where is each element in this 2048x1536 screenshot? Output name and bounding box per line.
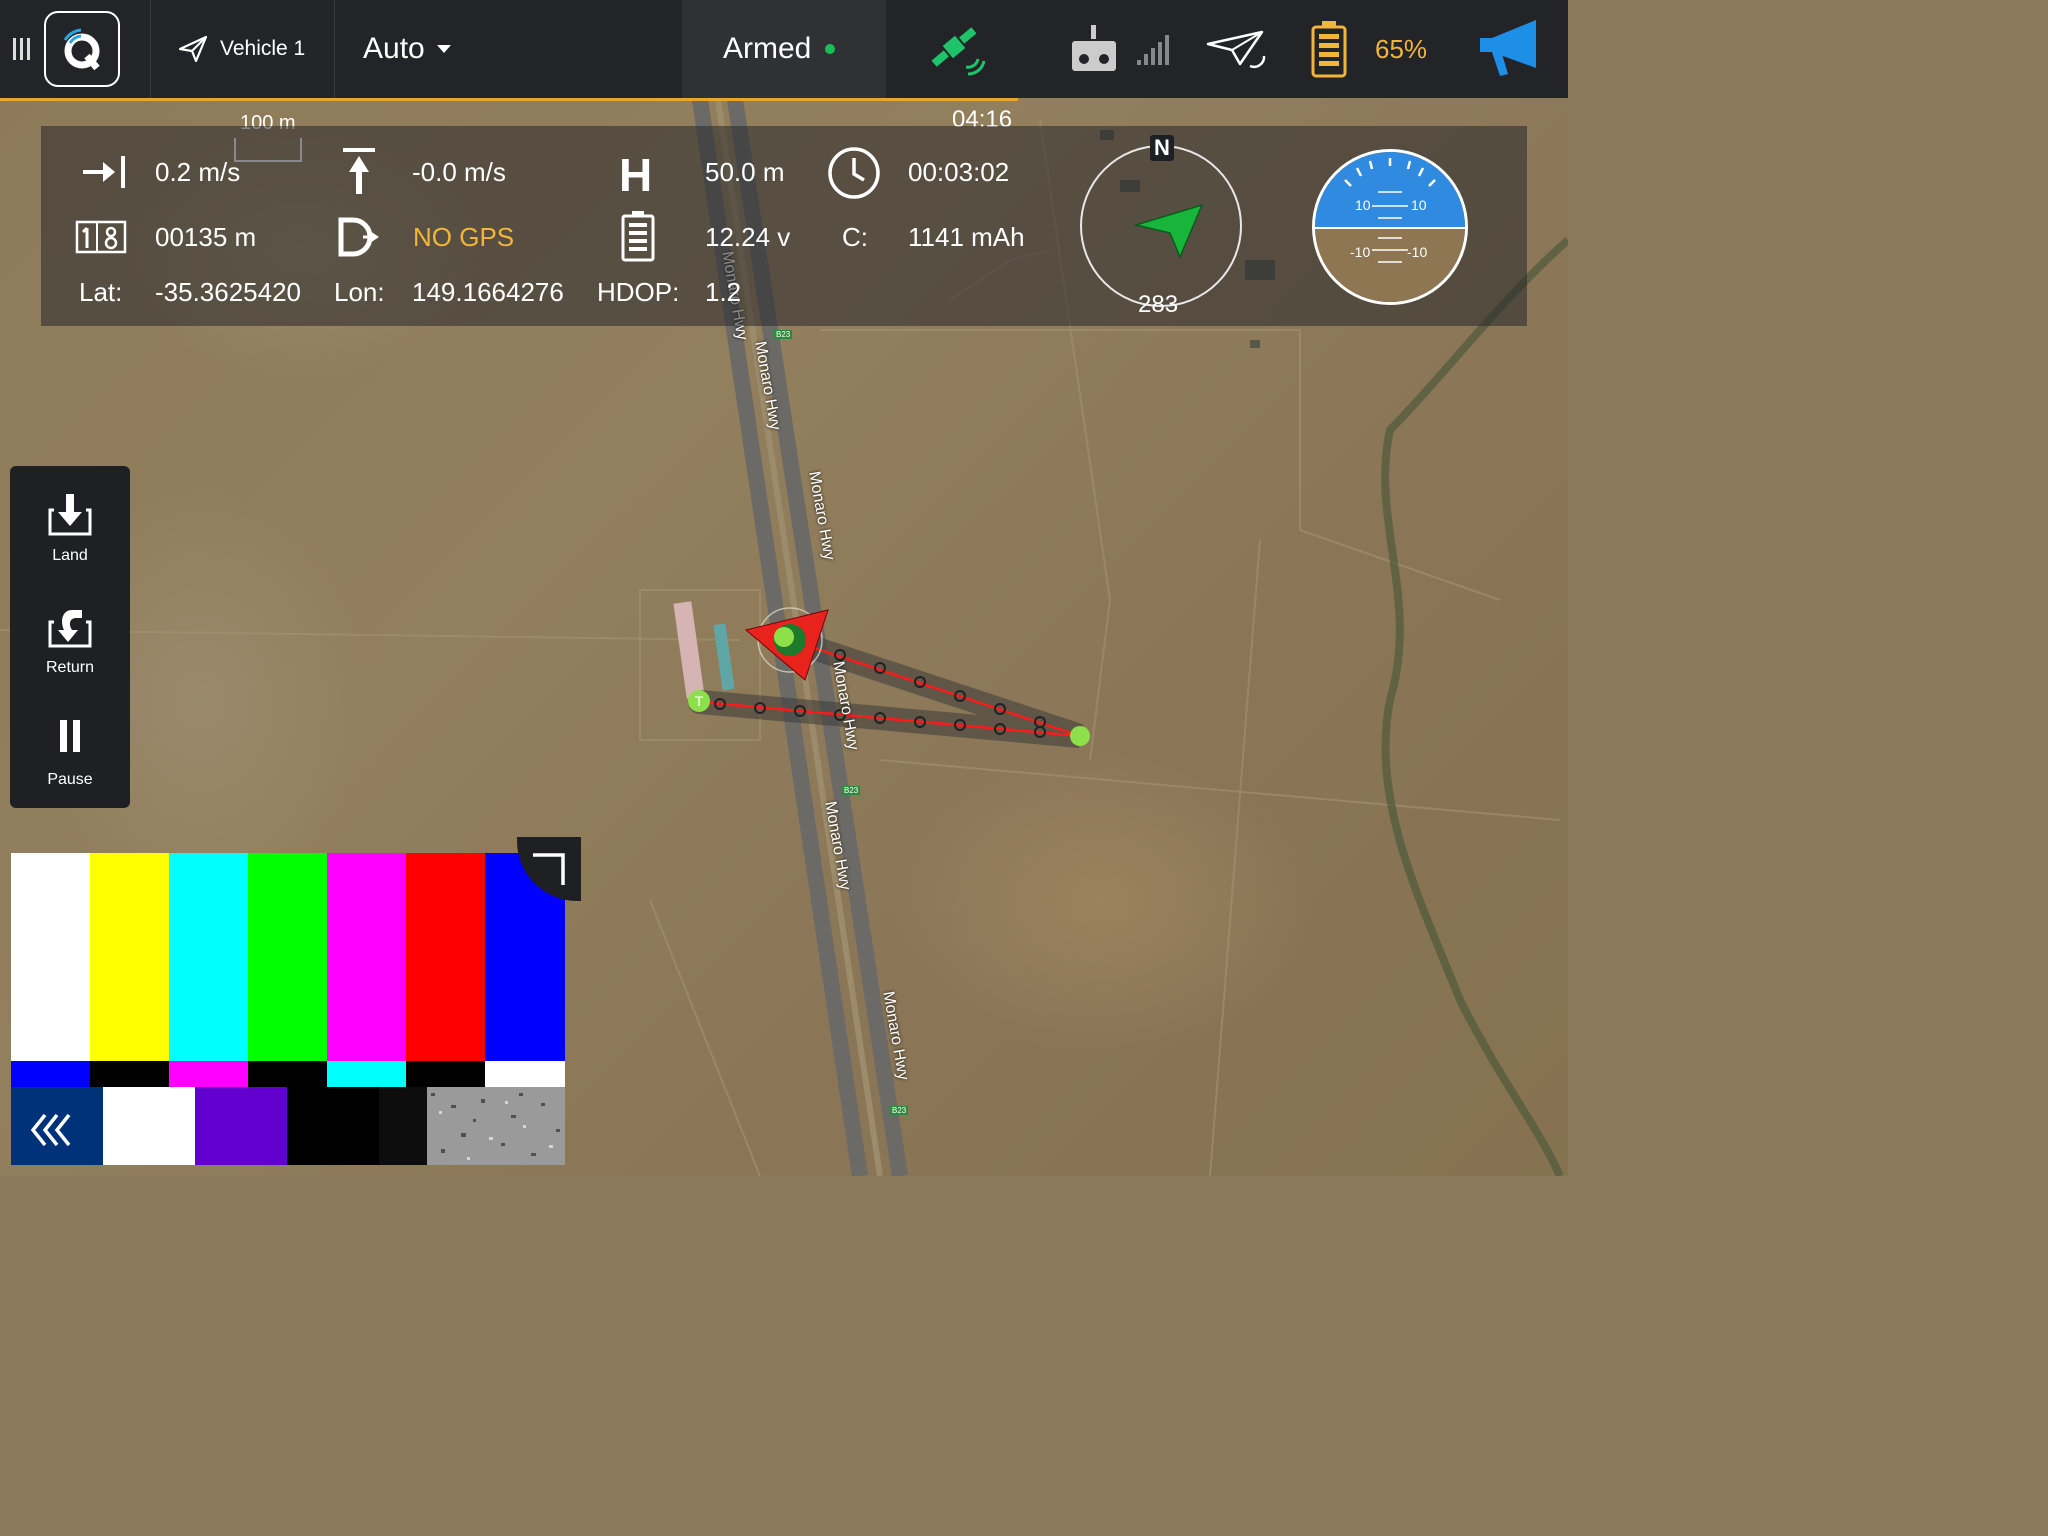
fullscreen-corner-icon bbox=[533, 853, 565, 885]
takeoff-marker[interactable]: T bbox=[688, 690, 710, 712]
lat-label: Lat: bbox=[79, 277, 123, 307]
return-icon bbox=[48, 610, 92, 648]
menu-icon[interactable] bbox=[12, 0, 32, 98]
voltage-value: 12.24 v bbox=[705, 222, 791, 252]
pause-label: Pause bbox=[47, 771, 93, 788]
clock-icon bbox=[828, 147, 880, 199]
land-icon bbox=[48, 494, 92, 536]
video-feed[interactable] bbox=[11, 837, 581, 1165]
action-panel: Land Return Pause bbox=[10, 466, 130, 808]
climb-rate-value: -0.0 m/s bbox=[412, 157, 506, 187]
lon-value: 149.1664276 bbox=[412, 277, 564, 307]
compass-north-label: N bbox=[1150, 135, 1174, 161]
pause-icon bbox=[60, 720, 80, 752]
pitch-label: 10 bbox=[1411, 197, 1427, 213]
pitch-label: -10 bbox=[1407, 244, 1428, 260]
battery-percent: 65% bbox=[1375, 33, 1428, 64]
odometer-value: 00135 m bbox=[155, 222, 257, 252]
route-shield: B23 bbox=[774, 330, 793, 339]
consumed-value: 1141 mAh bbox=[908, 222, 1025, 252]
route-shield: B23 bbox=[842, 786, 861, 795]
ground-speed-value: 0.2 m/s bbox=[155, 157, 241, 187]
climb-rate-icon bbox=[343, 148, 375, 194]
altitude-value: 50.0 m bbox=[705, 157, 785, 187]
attitude-indicator[interactable]: 10 10 -10 -10 bbox=[1312, 149, 1468, 305]
paper-plane-icon bbox=[178, 35, 208, 63]
compass-widget[interactable]: N 283 bbox=[1080, 135, 1242, 318]
mission-progress-bar bbox=[0, 98, 1018, 101]
flight-mode-dropdown[interactable]: Auto bbox=[363, 0, 451, 98]
rc-remote-icon[interactable] bbox=[1070, 0, 1118, 98]
pitch-label: -10 bbox=[1350, 244, 1371, 260]
vehicle-label: Vehicle 1 bbox=[220, 37, 306, 60]
gps-distance-icon bbox=[338, 217, 379, 257]
telemetry-plane-icon[interactable] bbox=[1206, 0, 1268, 98]
voltage-battery-icon bbox=[621, 211, 655, 262]
return-label: Return bbox=[45, 659, 95, 676]
armed-label: Armed bbox=[723, 32, 812, 65]
armed-dot-icon bbox=[825, 44, 836, 54]
current-label: C: bbox=[842, 222, 868, 252]
ground-speed-icon bbox=[83, 156, 125, 188]
chevron-double-left-icon bbox=[30, 1113, 71, 1147]
land-button[interactable]: Land bbox=[10, 490, 130, 565]
armed-toggle[interactable]: Armed bbox=[723, 0, 836, 98]
megaphone-icon[interactable] bbox=[1478, 0, 1542, 98]
hdop-label: HDOP: bbox=[597, 277, 680, 307]
gps-satellite-icon[interactable] bbox=[926, 0, 988, 98]
flight-path bbox=[688, 628, 1090, 748]
heading-arrow-icon bbox=[1133, 203, 1204, 259]
qgc-logo-icon[interactable] bbox=[44, 0, 120, 98]
odometer-icon bbox=[75, 220, 127, 254]
lat-value: -35.3625420 bbox=[155, 277, 302, 307]
takeoff-label: T bbox=[694, 693, 704, 709]
lon-label: Lon: bbox=[334, 277, 385, 307]
hdop-value: 1.2 bbox=[705, 277, 742, 307]
land-label: Land bbox=[52, 547, 88, 564]
pause-button[interactable]: Pause bbox=[10, 714, 130, 789]
compass-heading-value: 283 bbox=[1138, 291, 1179, 318]
gps-status-value: NO GPS bbox=[413, 222, 515, 252]
altitude-icon: H bbox=[619, 149, 653, 201]
chevron-down-icon bbox=[436, 45, 451, 53]
pitch-label: 10 bbox=[1355, 197, 1371, 213]
route-shield: B23 bbox=[890, 1106, 909, 1115]
signal-bars-icon[interactable] bbox=[1136, 0, 1170, 98]
vehicle-selector[interactable]: Vehicle 1 bbox=[178, 0, 305, 98]
flight-mode-label: Auto bbox=[363, 32, 425, 65]
battery-icon bbox=[1311, 21, 1347, 78]
battery-indicator[interactable]: 65% bbox=[1311, 0, 1427, 98]
telemetry-panel[interactable]: 0.2 m/s -0.0 m/s H 50.0 m 00:03:02 00135… bbox=[41, 126, 1527, 326]
return-button[interactable]: Return bbox=[10, 602, 130, 677]
top-toolbar: Vehicle 1 Auto Armed 65% bbox=[0, 0, 1568, 98]
flight-time-value: 00:03:02 bbox=[908, 157, 1010, 187]
